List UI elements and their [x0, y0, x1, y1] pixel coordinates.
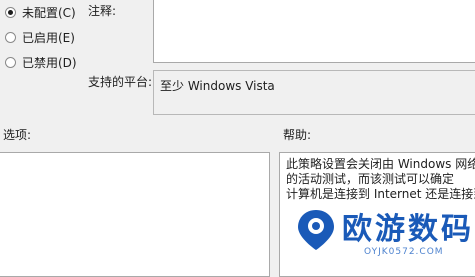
radio-label-disabled: 已禁用(D)	[22, 55, 77, 70]
radio-not-configured[interactable]: 未配置(C)	[5, 4, 76, 20]
watermark-logo: 欧游数码 OYJK0572.COM	[280, 196, 475, 273]
options-pane[interactable]	[0, 152, 270, 277]
help-label: 帮助:	[283, 128, 312, 142]
comment-label: 注释:	[88, 4, 117, 18]
radio-indicator[interactable]	[5, 56, 16, 68]
comment-textarea[interactable]	[153, 0, 475, 63]
radio-label-enabled: 已启用(E)	[22, 30, 75, 45]
options-label: 选项:	[3, 128, 32, 142]
help-line: 的活动测试，而该测试可以确定	[286, 172, 455, 186]
radio-enabled[interactable]: 已启用(E)	[5, 29, 75, 45]
supported-platforms-value: 至少 Windows Vista	[160, 79, 275, 93]
watermark-subtitle: OYJK0572.COM	[364, 247, 444, 257]
watermark-title: 欧游数码	[342, 212, 474, 247]
help-line: 此策略设置会关闭由 Windows 网络连接	[286, 157, 475, 171]
radio-label-not-configured: 未配置(C)	[22, 5, 76, 20]
watermark-pin-icon	[298, 210, 334, 250]
supported-platforms-field: 至少 Windows Vista	[153, 70, 475, 115]
radio-indicator[interactable]	[5, 6, 16, 18]
supported-platforms-label: 支持的平台:	[88, 75, 153, 89]
radio-disabled[interactable]: 已禁用(D)	[5, 54, 77, 70]
radio-indicator[interactable]	[5, 31, 16, 43]
